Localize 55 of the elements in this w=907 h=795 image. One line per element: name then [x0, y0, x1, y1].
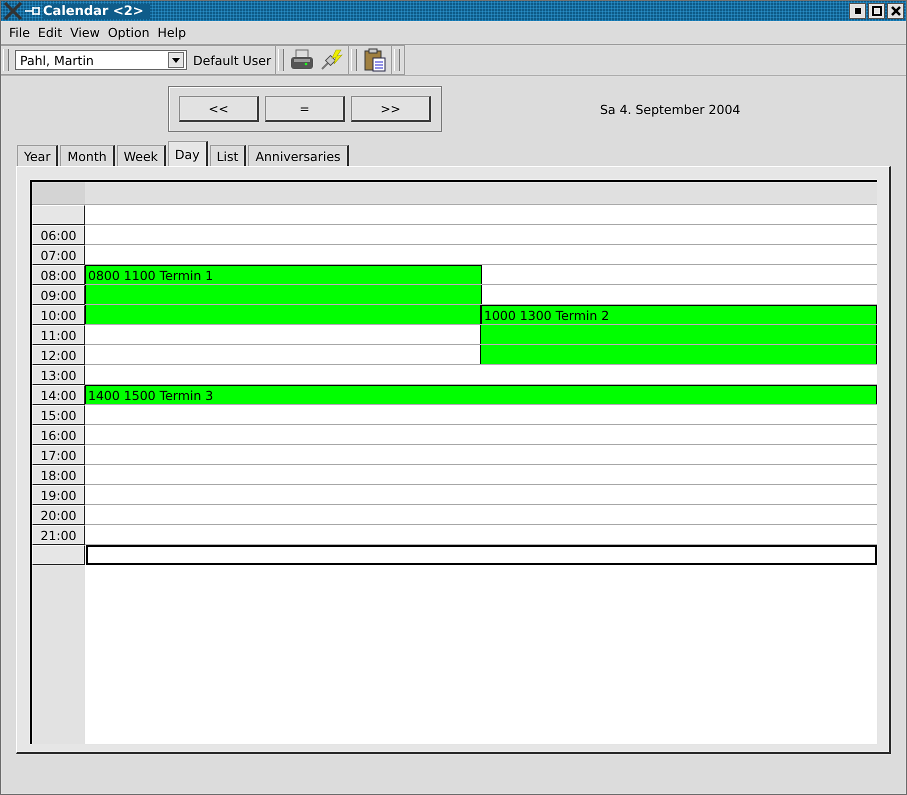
time-cell: 21:00: [32, 525, 85, 545]
time-cell: 20:00: [32, 505, 85, 525]
current-date: Sa 4. September 2004: [600, 102, 740, 116]
time-cell: 10:00: [32, 305, 85, 325]
time-cell: 15:00: [32, 405, 85, 425]
time-cell: 17:00: [32, 445, 85, 465]
toolbar-handle[interactable]: [394, 49, 400, 71]
navigation-button[interactable]: >>: [351, 96, 431, 122]
toolbar-handle[interactable]: [278, 49, 284, 71]
time-cell: 08:00: [32, 265, 85, 285]
view-tab[interactable]: Day: [168, 141, 208, 166]
navigation-button[interactable]: <<: [179, 96, 259, 122]
minimize-icon: [854, 8, 860, 14]
time-cell: 18:00: [32, 465, 85, 485]
time-cell: 19:00: [32, 485, 85, 505]
x-logo-icon: [3, 2, 23, 20]
toolbar-handle[interactable]: [3, 49, 9, 71]
time-cell: 16:00: [32, 425, 85, 445]
clipboard-icon[interactable]: [363, 48, 388, 72]
printer-icon[interactable]: [290, 49, 314, 71]
pin-icon[interactable]: [25, 5, 41, 17]
time-cell: 12:00: [32, 345, 85, 365]
menu-item[interactable]: Edit: [34, 24, 66, 41]
view-tab[interactable]: Month: [60, 145, 115, 166]
selected-slot[interactable]: [86, 545, 877, 565]
maximize-icon: [872, 6, 882, 16]
view-tab[interactable]: Year: [17, 145, 58, 166]
time-cell: 06:00: [32, 225, 85, 245]
appointment-block[interactable]: 0800 1100 Termin 1: [85, 265, 482, 284]
toolbar-handle[interactable]: [351, 49, 358, 71]
time-cell: 11:00: [32, 325, 85, 345]
time-cell: 13:00: [32, 365, 85, 385]
maximize-button[interactable]: [868, 3, 885, 19]
view-tab[interactable]: List: [210, 145, 246, 166]
time-cell: 14:00: [32, 385, 85, 405]
user-label: Default User: [193, 52, 272, 68]
close-icon: [890, 6, 900, 16]
menu-item[interactable]: File: [5, 24, 34, 41]
appointment-block[interactable]: 1400 1500 Termin 3: [85, 385, 877, 404]
view-tab[interactable]: Week: [116, 145, 166, 166]
menu-item[interactable]: View: [66, 24, 104, 41]
window-title: Calendar <2>: [43, 4, 150, 18]
menu-item[interactable]: Option: [104, 24, 154, 41]
user-select[interactable]: Pahl, Martin: [15, 50, 187, 70]
menu-item[interactable]: Help: [154, 24, 190, 41]
time-slot[interactable]: 1000 1300 Termin 2: [85, 305, 877, 325]
time-cell: 09:00: [32, 285, 85, 305]
close-button[interactable]: [887, 3, 904, 19]
time-cell: 07:00: [32, 245, 85, 265]
time-slot[interactable]: 0800 1100 Termin 1: [85, 265, 877, 285]
plug-icon[interactable]: [320, 49, 344, 71]
minimize-button[interactable]: [849, 3, 866, 19]
navigation-button[interactable]: =: [265, 96, 345, 122]
appointment-block[interactable]: 1000 1300 Termin 2: [481, 305, 877, 324]
view-tab[interactable]: Anniversaries: [248, 145, 349, 166]
